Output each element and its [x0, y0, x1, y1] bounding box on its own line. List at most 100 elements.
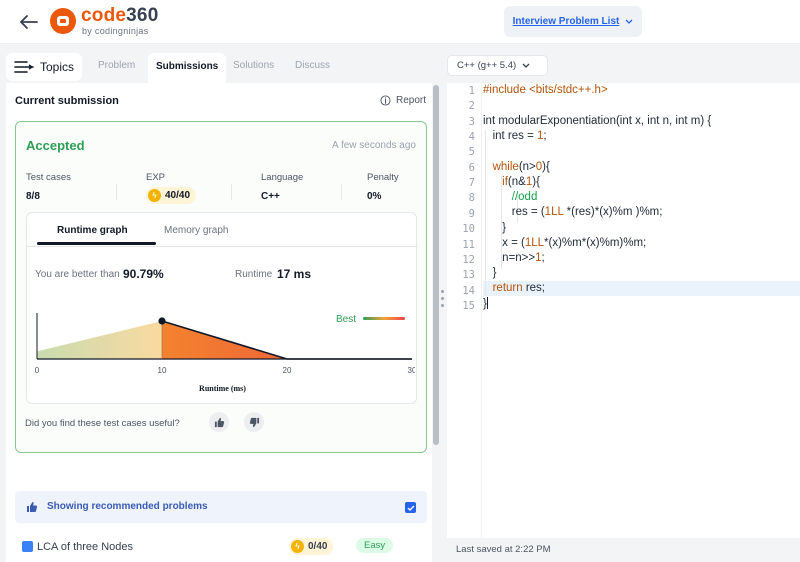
- better-than-value: 90.79%: [123, 267, 164, 281]
- list-item[interactable]: LCA of three Nodes ϟ 0/40 Easy: [15, 537, 427, 559]
- status-accepted: Accepted: [26, 138, 85, 153]
- menu-icon: [14, 61, 34, 73]
- thumbs-down-button[interactable]: [244, 412, 264, 432]
- language-label: Language: [261, 172, 304, 183]
- tab-divider: [27, 246, 418, 247]
- panel-scrollbar[interactable]: [432, 83, 440, 562]
- code-editor[interactable]: 1 2 3 4 5 6 7 8 9 10 11 12 13 14 15 #include <bits/std…: [447, 83, 800, 538]
- info-icon: [380, 95, 391, 106]
- code-line: n=n>>1;: [483, 252, 545, 264]
- stat-divider: [231, 184, 232, 200]
- submission-panel: Current submission Report Accepted A few…: [6, 83, 432, 562]
- line-number: 14: [462, 284, 475, 297]
- chevron-down-icon: [625, 19, 633, 24]
- line-number: 11: [462, 238, 475, 251]
- submission-timestamp: A few seconds ago: [332, 140, 416, 151]
- test-cases-label: Test cases: [26, 172, 71, 183]
- x-tick-label: 30: [408, 366, 415, 375]
- x-axis-label: Runtime (ms): [199, 384, 246, 393]
- line-number-gutter: 1 2 3 4 5 6 7 8 9 10 11 12 13 14 15: [447, 83, 482, 538]
- last-saved-text: Last saved at 2:22 PM: [456, 544, 551, 555]
- line-number: 1: [468, 85, 475, 97]
- stat-divider: [341, 184, 342, 200]
- better-than-label: You are better than: [35, 269, 120, 280]
- code360-logo-icon: [50, 8, 76, 34]
- problem-list-label: Interview Problem List: [512, 16, 620, 27]
- top-header: code360 by codingninjas Interview Proble…: [0, 0, 800, 44]
- topics-button[interactable]: Topics: [6, 53, 82, 81]
- code-line: }: [483, 297, 488, 310]
- line-number: 9: [468, 207, 475, 220]
- line-number: 13: [462, 269, 475, 282]
- report-button[interactable]: Report: [380, 95, 426, 106]
- tab-submissions[interactable]: Submissions: [148, 53, 227, 83]
- chevron-down-icon: [522, 63, 530, 68]
- problem-title[interactable]: LCA of three Nodes: [37, 541, 133, 553]
- panel-tabs: Topics Problem Submissions Solutions Dis…: [0, 50, 440, 83]
- tab-runtime-graph[interactable]: Runtime graph: [57, 225, 128, 236]
- tab-memory-graph[interactable]: Memory graph: [164, 225, 228, 236]
- code-line: while(n>0){: [492, 161, 550, 173]
- editor-footer: Last saved at 2:22 PM: [447, 538, 800, 562]
- x-tick-label: 0: [35, 366, 40, 375]
- logo-subtitle: by codingninjas: [82, 26, 149, 36]
- line-number: 3: [468, 115, 475, 128]
- stat-divider: [116, 184, 117, 200]
- exp-label: EXP: [146, 172, 166, 183]
- topics-label: Topics: [40, 60, 75, 74]
- active-tab-underline: [37, 242, 156, 245]
- lightning-icon: ϟ: [148, 189, 161, 202]
- test-cases-value: 8/8: [26, 191, 40, 202]
- penalty-label: Penalty: [367, 172, 399, 183]
- line-number: 7: [468, 177, 475, 190]
- language-select-value: C++ (g++ 5.4): [457, 60, 517, 71]
- back-arrow-icon[interactable]: [16, 10, 42, 34]
- line-number: 2: [468, 100, 475, 113]
- resize-handle[interactable]: [441, 290, 445, 314]
- line-number: 15: [462, 299, 475, 312]
- thumbs-down-icon: [249, 417, 259, 427]
- runtime-label: Runtime: [235, 269, 273, 280]
- problem-exp: 0/40: [308, 541, 328, 552]
- interview-problem-list-button[interactable]: Interview Problem List: [504, 6, 642, 37]
- problem-icon: [22, 541, 33, 552]
- lightning-icon: ϟ: [291, 540, 304, 553]
- exp-badge: ϟ 40/40: [146, 187, 197, 204]
- runtime-graph-card: Runtime graph Memory graph You are bette…: [26, 212, 418, 404]
- line-number: 6: [468, 161, 475, 174]
- tab-problem[interactable]: Problem: [98, 60, 135, 71]
- code-line: //odd: [511, 191, 538, 203]
- tab-solutions[interactable]: Solutions: [233, 60, 274, 71]
- language-value: C++: [261, 191, 280, 202]
- code-line: if(n&1){: [502, 176, 540, 188]
- tab-discuss[interactable]: Discuss: [295, 60, 330, 71]
- code-line: return res;: [492, 282, 546, 294]
- x-tick-label: 10: [158, 366, 167, 375]
- stat-language: Language C++: [261, 172, 303, 202]
- current-submission-heading: Current submission: [15, 95, 119, 107]
- stat-test-cases: Test cases 8/8: [26, 172, 71, 202]
- x-tick-label: 20: [283, 366, 292, 375]
- scrollbar-thumb[interactable]: [433, 85, 439, 445]
- code-line: }: [483, 267, 497, 279]
- code-line: res = (1LL *(res)*(x)%m )%m;: [483, 206, 663, 218]
- difficulty-badge: Easy: [356, 538, 394, 553]
- marker-point: [158, 317, 166, 325]
- code-line: #include <bits/stdc++.h>: [483, 84, 608, 96]
- result-card: Accepted A few seconds ago Test cases 8/…: [15, 121, 427, 453]
- thumbs-up-button[interactable]: [209, 412, 229, 432]
- line-number: 10: [462, 223, 475, 236]
- line-number: 5: [468, 146, 475, 159]
- checkmark-icon: [407, 505, 414, 511]
- runtime-chart: 0 10 20 30 Runtime (ms): [35, 313, 415, 393]
- recommended-problems-banner: Showing recommended problems: [15, 491, 427, 523]
- area-below-marker: [37, 321, 162, 359]
- language-select[interactable]: C++ (g++ 5.4): [447, 55, 548, 76]
- exp-badge: ϟ 0/40: [289, 538, 334, 555]
- line-number: 12: [462, 253, 475, 266]
- logo-title: code360: [81, 5, 159, 26]
- recommended-checkbox[interactable]: [405, 502, 416, 513]
- code-line: int modularExponentiation(int x, int n, …: [483, 115, 712, 127]
- feedback-question: Did you find these test cases useful?: [25, 418, 180, 429]
- code-line: int res = 1;: [483, 130, 547, 142]
